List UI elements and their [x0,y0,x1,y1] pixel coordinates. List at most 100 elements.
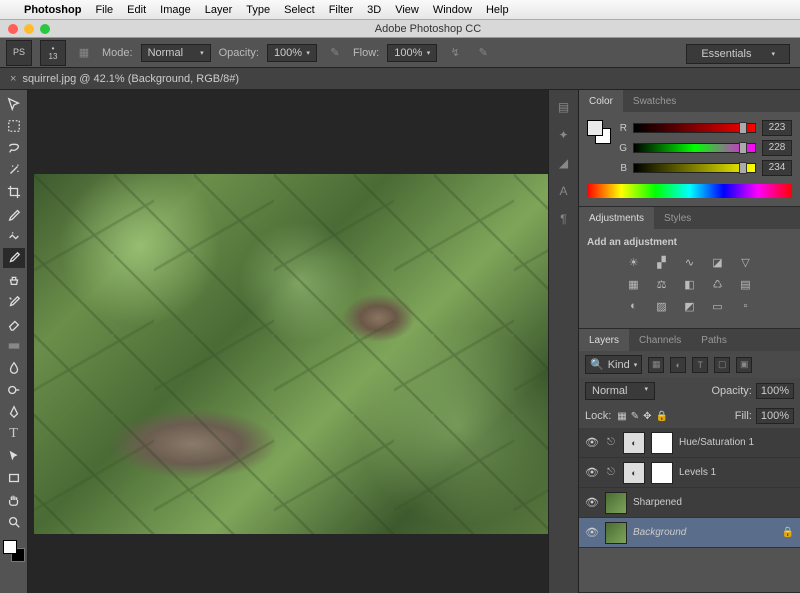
clone-stamp-tool[interactable] [3,270,25,290]
move-tool[interactable] [3,94,25,114]
tab-channels[interactable]: Channels [629,329,691,351]
layer-blend-dropdown[interactable]: Normal▾ [585,382,655,400]
adjustment-thumbnail[interactable]: ◐ [623,462,645,484]
adjustment-thumbnail[interactable]: ◐ [623,432,645,454]
hand-tool[interactable] [3,490,25,510]
exposure-icon[interactable]: ◪ [709,254,727,270]
lock-transparency-icon[interactable]: ▦ [617,411,626,422]
color-spectrum[interactable] [587,184,792,198]
history-brush-tool[interactable] [3,292,25,312]
mask-thumbnail[interactable] [651,432,673,454]
layer-row[interactable]: 👁Background🔒 [579,518,800,548]
character-panel-icon[interactable]: A [555,182,573,200]
vibrance-icon[interactable]: ▽ [737,254,755,270]
mask-thumbnail[interactable] [651,462,673,484]
menu-photoshop[interactable]: Photoshop [24,4,81,16]
layer-row[interactable]: 👁 Sharpened [579,488,800,518]
blur-tool[interactable] [3,358,25,378]
dodge-tool[interactable] [3,380,25,400]
eyedropper-tool[interactable] [3,204,25,224]
canvas-area[interactable] [28,90,548,593]
layer-opacity-input[interactable]: 100% [756,383,794,399]
lock-position-icon[interactable]: ✥ [643,411,651,422]
healing-brush-tool[interactable] [3,226,25,246]
eraser-tool[interactable] [3,314,25,334]
tab-adjustments[interactable]: Adjustments [579,207,654,229]
close-window-button[interactable] [8,24,18,34]
menu-view[interactable]: View [395,4,419,16]
magic-wand-tool[interactable] [3,160,25,180]
channel-mixer-icon[interactable]: ▤ [737,276,755,292]
posterize-icon[interactable]: ▨ [653,298,671,314]
gradient-map-icon[interactable]: ▭ [709,298,727,314]
airbrush-icon[interactable]: ↯ [445,43,465,63]
marquee-tool[interactable] [3,116,25,136]
color-panel-swatch[interactable] [587,120,611,144]
document-tab[interactable]: × squirrel.jpg @ 42.1% (Background, RGB/… [0,68,800,90]
filter-adjustment-icon[interactable]: ◐ [670,357,686,373]
menu-window[interactable]: Window [433,4,472,16]
layer-filter-dropdown[interactable]: 🔍Kind▾ [585,355,642,374]
menu-file[interactable]: File [95,4,113,16]
menu-filter[interactable]: Filter [329,4,353,16]
color-balance-icon[interactable]: ⚖ [653,276,671,292]
foreground-background-swatch[interactable] [3,540,25,562]
lasso-tool[interactable] [3,138,25,158]
pressure-opacity-icon[interactable]: ✎ [325,43,345,63]
tab-swatches[interactable]: Swatches [623,90,686,112]
layer-row[interactable]: 👁⎋◐Hue/Saturation 1 [579,428,800,458]
threshold-icon[interactable]: ◩ [681,298,699,314]
g-value[interactable]: 228 [762,140,792,156]
b-slider[interactable] [633,163,756,173]
visibility-toggle-icon[interactable]: 👁 [585,436,599,449]
hue-saturation-icon[interactable]: ▦ [625,276,643,292]
r-value[interactable]: 223 [762,120,792,136]
pressure-size-icon[interactable]: ✎ [473,43,493,63]
menu-help[interactable]: Help [486,4,509,16]
layer-name[interactable]: Hue/Saturation 1 [679,437,794,448]
brush-panel-toggle-icon[interactable]: ▦ [74,43,94,63]
visibility-toggle-icon[interactable]: 👁 [585,496,599,509]
ps-home-icon[interactable]: PS [6,40,32,66]
rectangle-tool[interactable] [3,468,25,488]
menu-layer[interactable]: Layer [205,4,233,16]
curves-icon[interactable]: ∿ [681,254,699,270]
flow-dropdown[interactable]: 100%▾ [387,44,437,62]
layer-name[interactable]: Levels 1 [679,467,794,478]
layer-thumbnail[interactable] [605,522,627,544]
minimize-window-button[interactable] [24,24,34,34]
opacity-dropdown[interactable]: 100%▾ [267,44,317,62]
layer-name[interactable]: Sharpened [633,497,794,508]
zoom-window-button[interactable] [40,24,50,34]
filter-smart-icon[interactable]: ▣ [736,357,752,373]
gradient-tool[interactable] [3,336,25,356]
layer-thumbnail[interactable] [605,492,627,514]
filter-type-icon[interactable]: T [692,357,708,373]
brushes-panel-icon[interactable]: ◢ [555,154,573,172]
menu-select[interactable]: Select [284,4,315,16]
levels-icon[interactable]: ▞ [653,254,671,270]
history-panel-icon[interactable]: ▤ [555,98,573,116]
filter-shape-icon[interactable]: ▢ [714,357,730,373]
brush-tool[interactable] [3,248,25,268]
document-canvas[interactable] [34,174,548,534]
menu-3d[interactable]: 3D [367,4,381,16]
paragraph-panel-icon[interactable]: ¶ [555,210,573,228]
tab-paths[interactable]: Paths [691,329,737,351]
crop-tool[interactable] [3,182,25,202]
workspace-switcher[interactable]: Essentials▾ [686,44,790,64]
tab-styles[interactable]: Styles [654,207,701,229]
b-value[interactable]: 234 [762,160,792,176]
menu-edit[interactable]: Edit [127,4,146,16]
menu-type[interactable]: Type [246,4,270,16]
visibility-toggle-icon[interactable]: 👁 [585,526,599,539]
blend-mode-dropdown[interactable]: Normal▾ [141,44,211,62]
menu-image[interactable]: Image [160,4,191,16]
zoom-tool[interactable] [3,512,25,532]
invert-icon[interactable]: ◐ [625,298,643,314]
selective-color-icon[interactable]: ▫ [737,298,755,314]
layer-row[interactable]: 👁⎋◐Levels 1 [579,458,800,488]
tab-color[interactable]: Color [579,90,623,112]
properties-panel-icon[interactable]: ✦ [555,126,573,144]
black-white-icon[interactable]: ◧ [681,276,699,292]
